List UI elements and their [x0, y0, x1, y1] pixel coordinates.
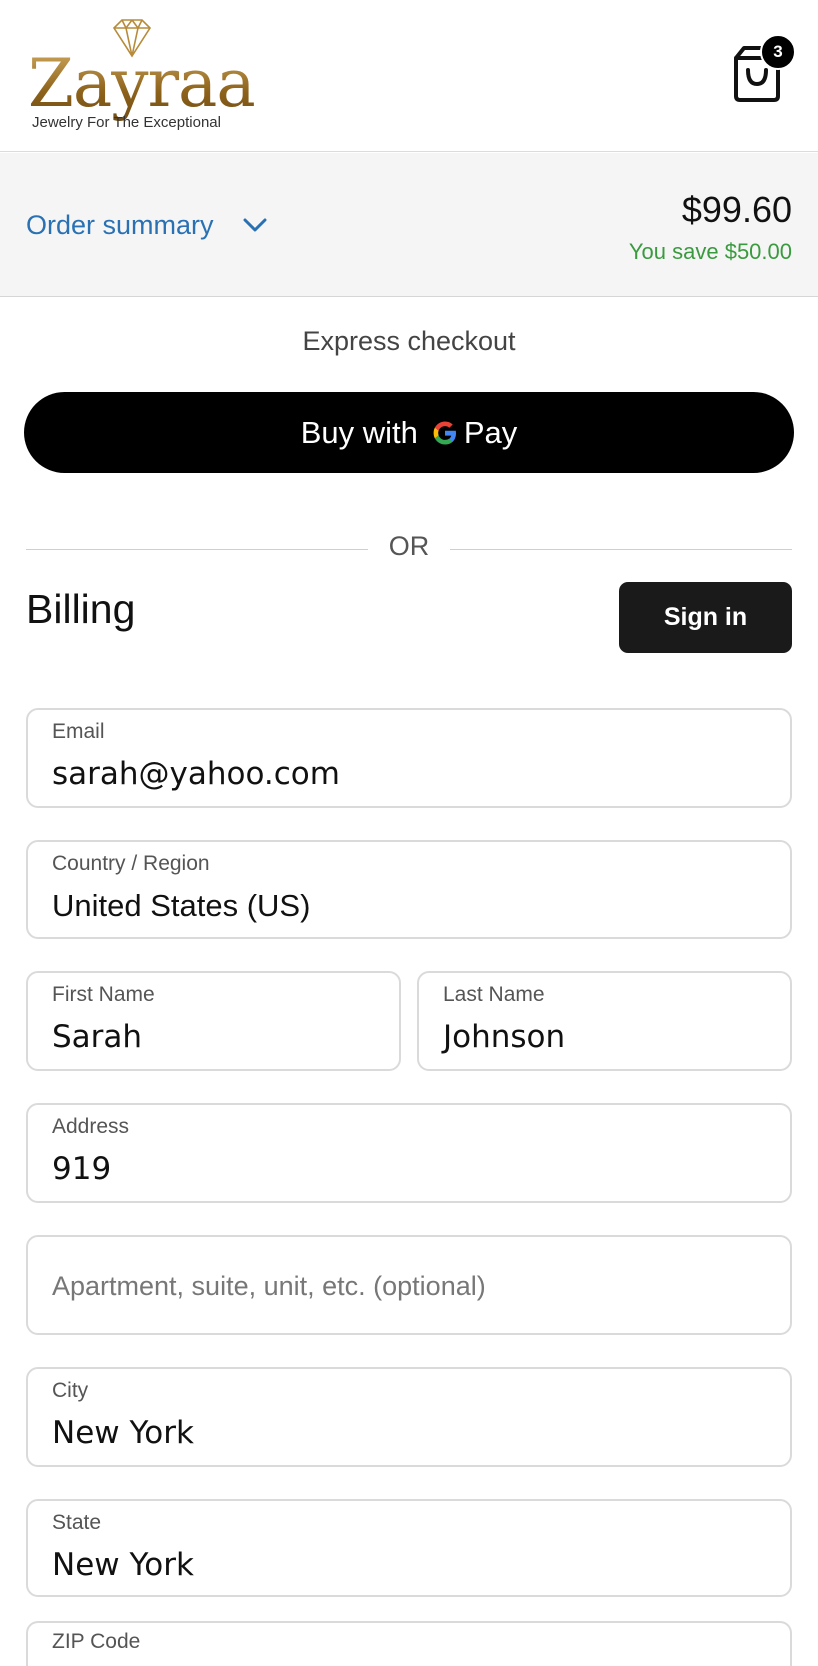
- chevron-down-icon: [243, 218, 267, 232]
- last-name-field[interactable]: Last Name Johnson: [417, 971, 792, 1071]
- last-name-value: Johnson: [443, 1019, 566, 1055]
- country-label: Country / Region: [52, 852, 210, 875]
- state-value: New York: [52, 1547, 194, 1583]
- google-pay-button[interactable]: Buy with Pay: [24, 392, 794, 473]
- brand-logo[interactable]: Zayraa Jewelry For The Exceptional: [28, 16, 256, 136]
- apartment-field[interactable]: Apartment, suite, unit, etc. (optional): [26, 1235, 792, 1335]
- email-field[interactable]: Email sarah@yahoo.com: [26, 708, 792, 808]
- last-name-label: Last Name: [443, 983, 545, 1006]
- city-value: New York: [52, 1415, 194, 1451]
- order-summary-bar: Order summary $99.60 You save $50.00: [0, 153, 818, 297]
- order-summary-label: Order summary: [26, 209, 214, 240]
- first-name-field[interactable]: First Name Sarah: [26, 971, 401, 1071]
- express-checkout-title: Express checkout: [302, 326, 516, 356]
- or-label: OR: [388, 531, 430, 561]
- zip-code-field[interactable]: ZIP Code: [26, 1621, 792, 1666]
- city-label: City: [52, 1379, 89, 1402]
- state-field[interactable]: State New York: [26, 1499, 792, 1597]
- email-label: Email: [52, 720, 105, 743]
- logo-tagline: Jewelry For The Exceptional: [32, 114, 221, 131]
- order-summary-toggle[interactable]: Order summary: [26, 203, 268, 247]
- cart-count-badge: 3: [760, 34, 796, 70]
- sign-in-button[interactable]: Sign in: [619, 582, 792, 653]
- savings-text: You save $50.00: [628, 239, 792, 264]
- state-label: State: [52, 1511, 102, 1534]
- gpay-prefix: Buy with: [300, 414, 418, 450]
- country-value: United States (US): [52, 888, 311, 923]
- zip-label: ZIP Code: [52, 1630, 141, 1653]
- address-field[interactable]: Address 919: [26, 1103, 792, 1203]
- gpay-suffix: Pay: [463, 414, 518, 450]
- or-divider: OR: [26, 531, 792, 567]
- order-total: $99.60: [681, 189, 792, 230]
- first-name-value: Sarah: [52, 1019, 143, 1055]
- google-g-icon: [433, 421, 456, 444]
- first-name-label: First Name: [52, 983, 155, 1006]
- email-value: sarah@yahoo.com: [52, 756, 340, 792]
- site-header: Zayraa Jewelry For The Exceptional 3: [0, 0, 818, 152]
- city-field[interactable]: City New York: [26, 1367, 792, 1467]
- address-value: 919: [52, 1151, 112, 1187]
- apartment-placeholder: Apartment, suite, unit, etc. (optional): [52, 1271, 486, 1301]
- country-region-select[interactable]: Country / Region United States (US): [26, 840, 792, 939]
- billing-heading: Billing: [26, 586, 136, 632]
- address-label: Address: [52, 1115, 130, 1138]
